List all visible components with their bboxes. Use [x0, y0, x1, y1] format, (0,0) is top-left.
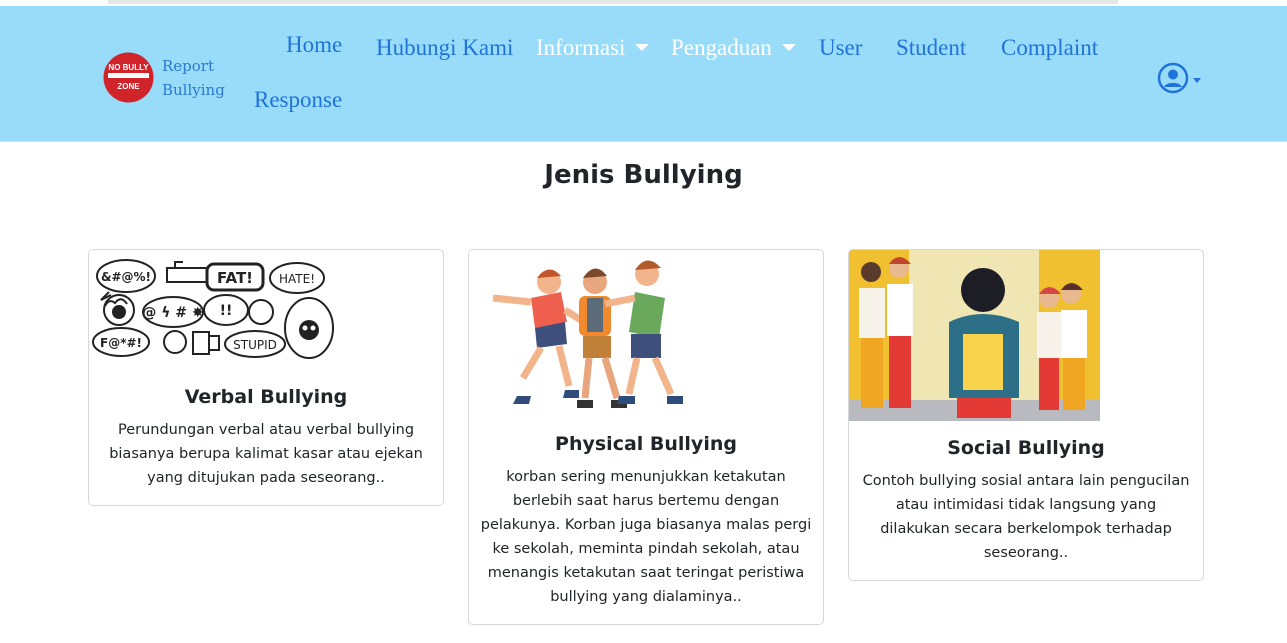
no-bully-zone-logo: NO BULLY ZONE: [103, 52, 154, 103]
nav-student[interactable]: Student: [896, 35, 966, 61]
svg-text:@ ϟ # ✸: @ ϟ # ✸: [142, 305, 204, 321]
logo-text-bottom: ZONE: [117, 82, 140, 91]
chevron-down-icon: [1193, 77, 1201, 83]
user-circle-icon: [1157, 62, 1189, 94]
brand-line-1: Report: [162, 56, 215, 75]
nav-response[interactable]: Response: [254, 87, 342, 113]
nav-pengaduan-dropdown[interactable]: Pengaduan: [671, 35, 796, 61]
card-verbal-bullying: &#@%! FAT! HATE! F@*#! STUPID @ ϟ # ✸ !!…: [88, 249, 444, 506]
page-title: Jenis Bullying: [544, 160, 743, 190]
image-word-fat: FAT!: [217, 269, 253, 287]
scrollbar-track: [108, 0, 1118, 4]
chevron-down-icon: [781, 44, 796, 51]
brand-line-2: Bullying: [162, 80, 225, 99]
card-text: korban sering menunjukkan ketakutan berl…: [480, 469, 812, 605]
logo-text-top: NO BULLY: [108, 63, 149, 72]
nav-home[interactable]: Home: [286, 32, 342, 58]
card-text: Perundungan verbal atau verbal bullying …: [109, 422, 423, 486]
card-title: Physical Bullying: [555, 433, 737, 455]
chevron-down-icon: [635, 44, 650, 51]
image-word-stupid: STUPID: [233, 338, 277, 352]
image-word-hate: HATE!: [279, 272, 315, 286]
navbar: NO BULLY ZONE Report Bullying Home Hubun…: [0, 6, 1287, 142]
brand-text: Report Bullying: [162, 54, 225, 102]
card-social-bullying: Social Bullying Contoh bullying sosial a…: [848, 249, 1204, 581]
nav-hubungi-kami[interactable]: Hubungi Kami: [376, 35, 513, 61]
image-word-symbols: &#@%!: [101, 270, 151, 284]
verbal-bullying-image: &#@%! FAT! HATE! F@*#! STUPID @ ϟ # ✸ !!: [89, 250, 339, 368]
card-title: Verbal Bullying: [184, 386, 348, 408]
nav-pengaduan-label: Pengaduan: [671, 35, 772, 60]
nav-complaint[interactable]: Complaint: [1001, 35, 1098, 61]
physical-bullying-image: [469, 250, 719, 418]
nav-user[interactable]: User: [819, 35, 862, 61]
nav-informasi-dropdown[interactable]: Informasi: [536, 35, 650, 61]
svg-text:!!: !!: [220, 303, 233, 319]
card-physical-bullying: Physical Bullying korban sering menunjuk…: [468, 249, 824, 625]
brand-link[interactable]: NO BULLY ZONE Report Bullying: [103, 52, 225, 103]
card-text: Contoh bullying sosial antara lain pengu…: [862, 473, 1190, 561]
social-bullying-image: [849, 250, 1100, 421]
image-word-curse: F@*#!: [100, 336, 142, 350]
user-menu-dropdown[interactable]: [1157, 62, 1201, 94]
nav-informasi-label: Informasi: [536, 35, 626, 60]
card-title: Social Bullying: [947, 437, 1105, 459]
